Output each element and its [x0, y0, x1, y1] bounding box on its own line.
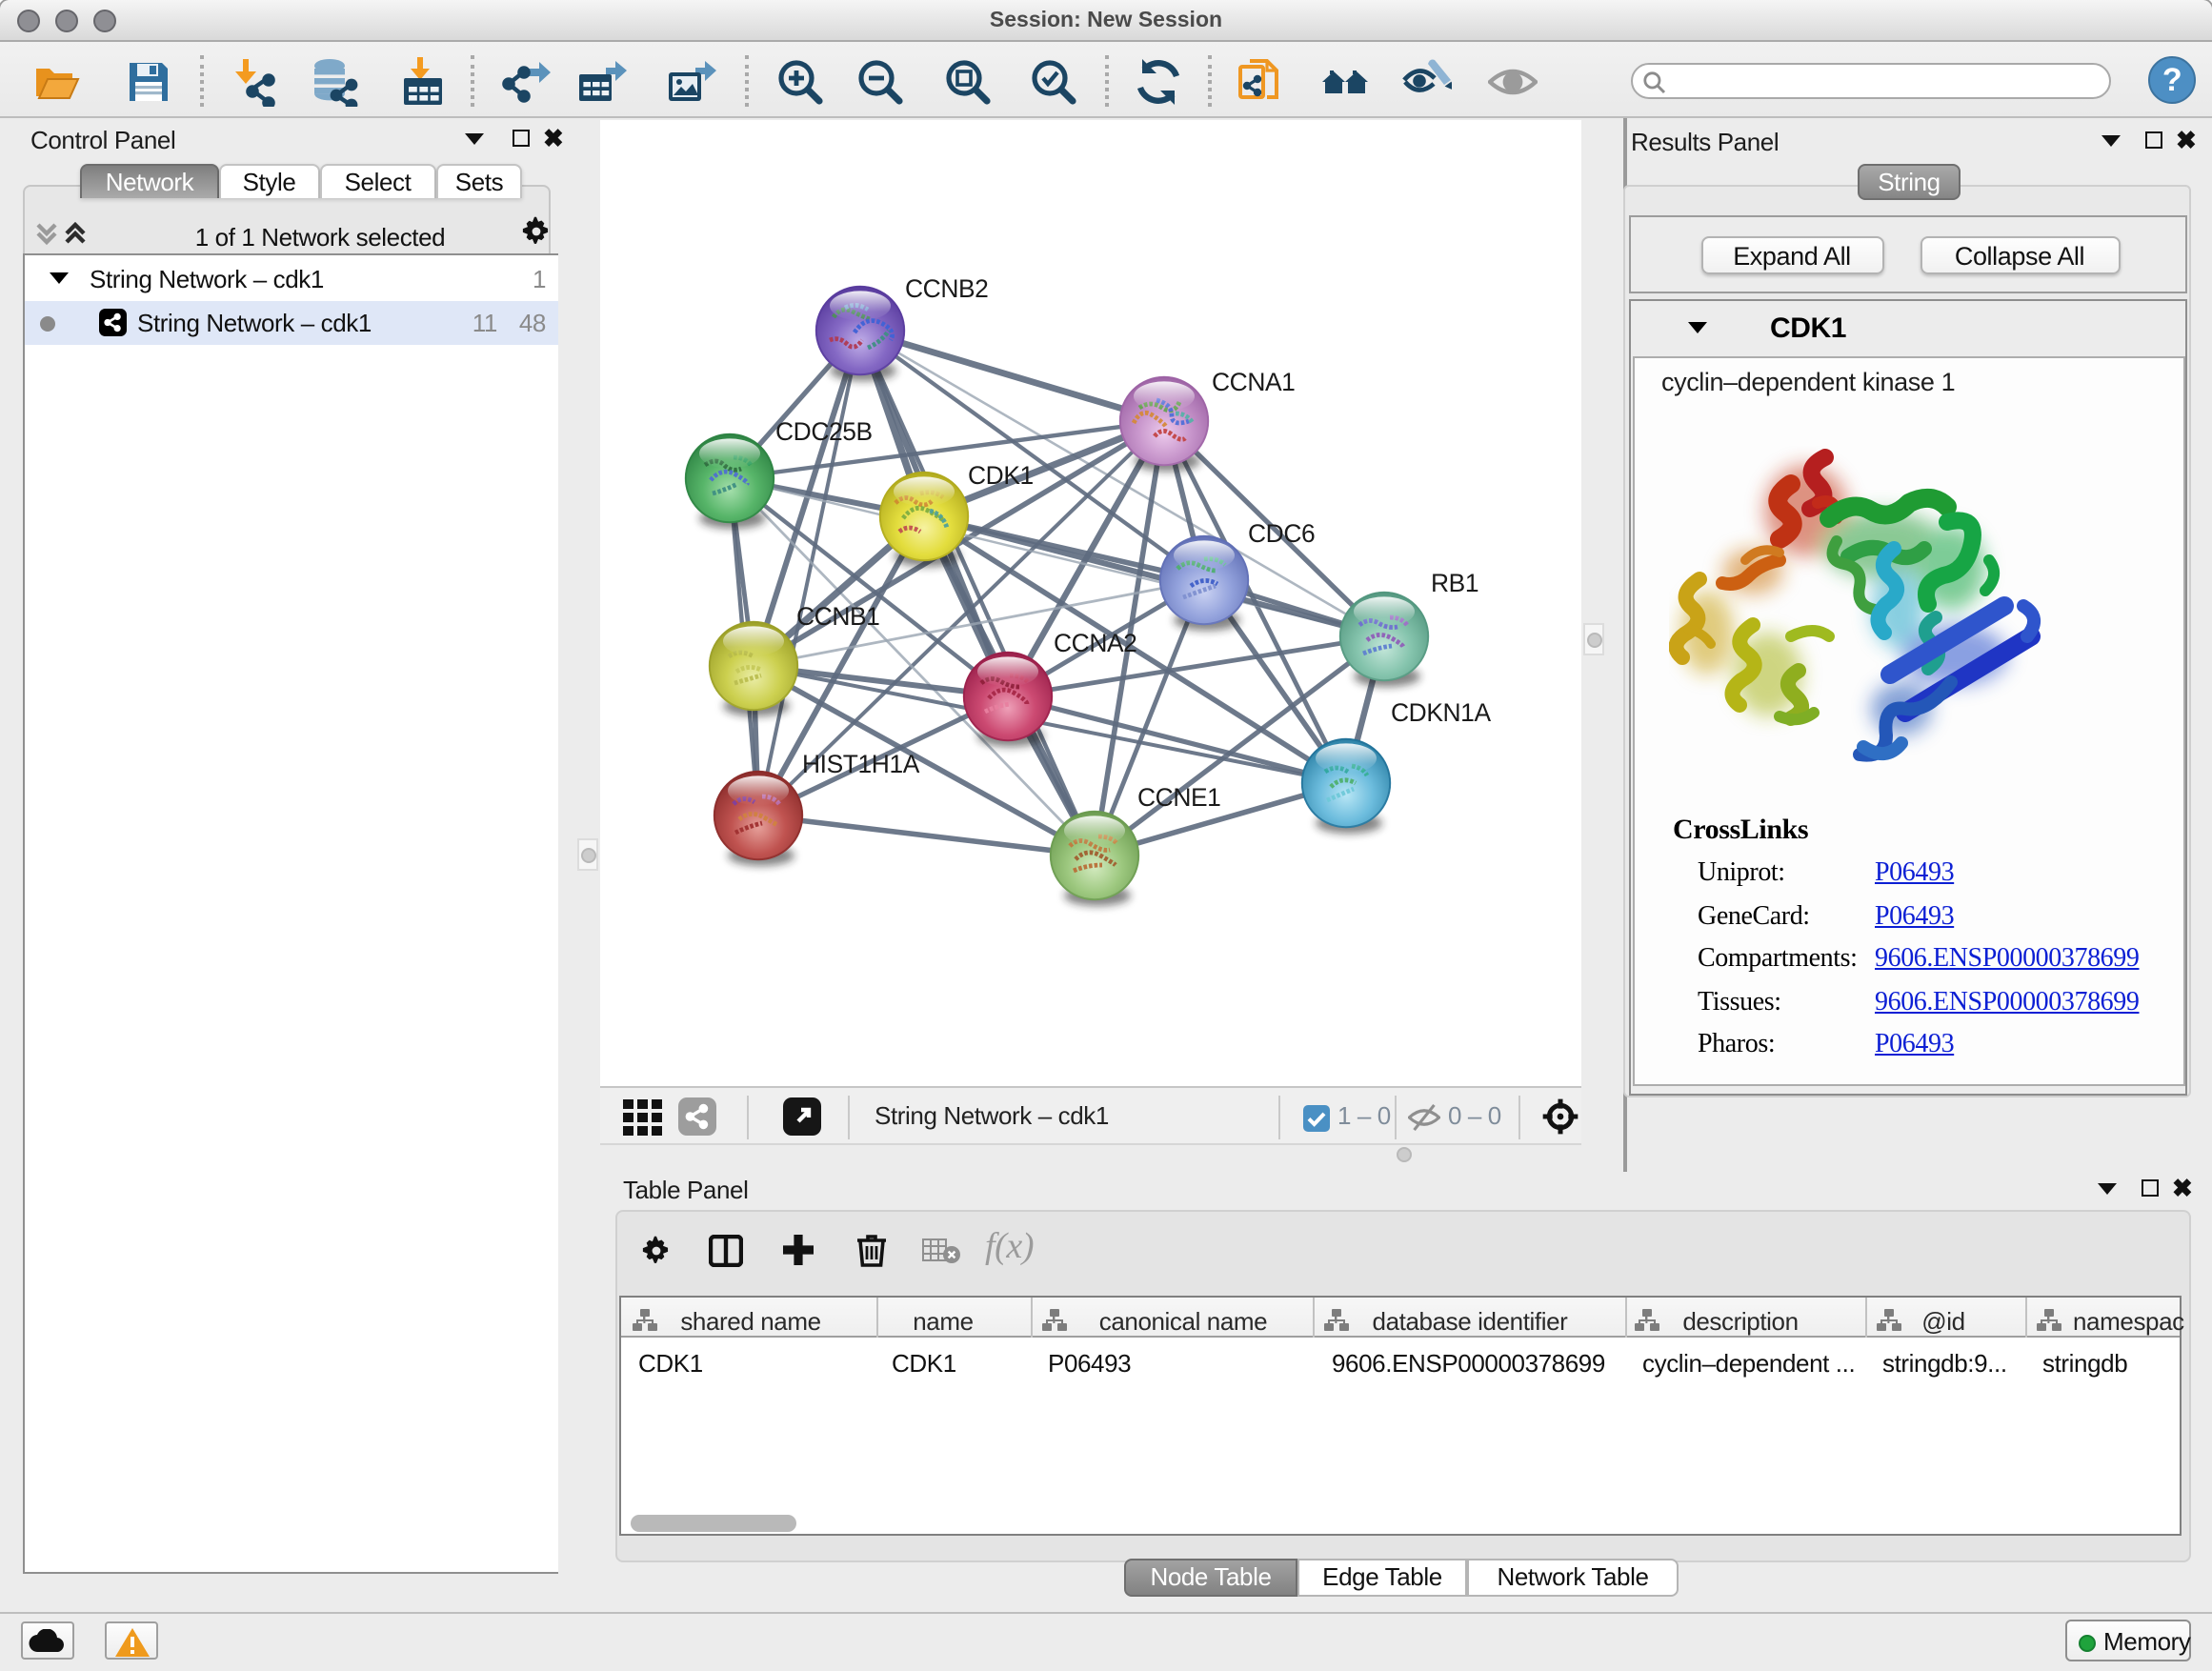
svg-text:CCNB2: CCNB2: [905, 274, 988, 303]
svg-text:CCNE1: CCNE1: [1137, 783, 1220, 812]
svg-text:CCNA1: CCNA1: [1212, 368, 1295, 396]
svg-text:CDC6: CDC6: [1248, 519, 1315, 548]
svg-text:CCNB1: CCNB1: [796, 602, 879, 631]
svg-text:CDK1: CDK1: [968, 461, 1034, 490]
svg-text:CDKN1A: CDKN1A: [1391, 698, 1491, 727]
svg-text:CDC25B: CDC25B: [775, 417, 873, 446]
svg-text:CCNA2: CCNA2: [1054, 629, 1136, 657]
svg-text:RB1: RB1: [1431, 569, 1478, 597]
svg-text:?: ?: [2162, 62, 2182, 98]
svg-text:HIST1H1A: HIST1H1A: [802, 750, 920, 778]
